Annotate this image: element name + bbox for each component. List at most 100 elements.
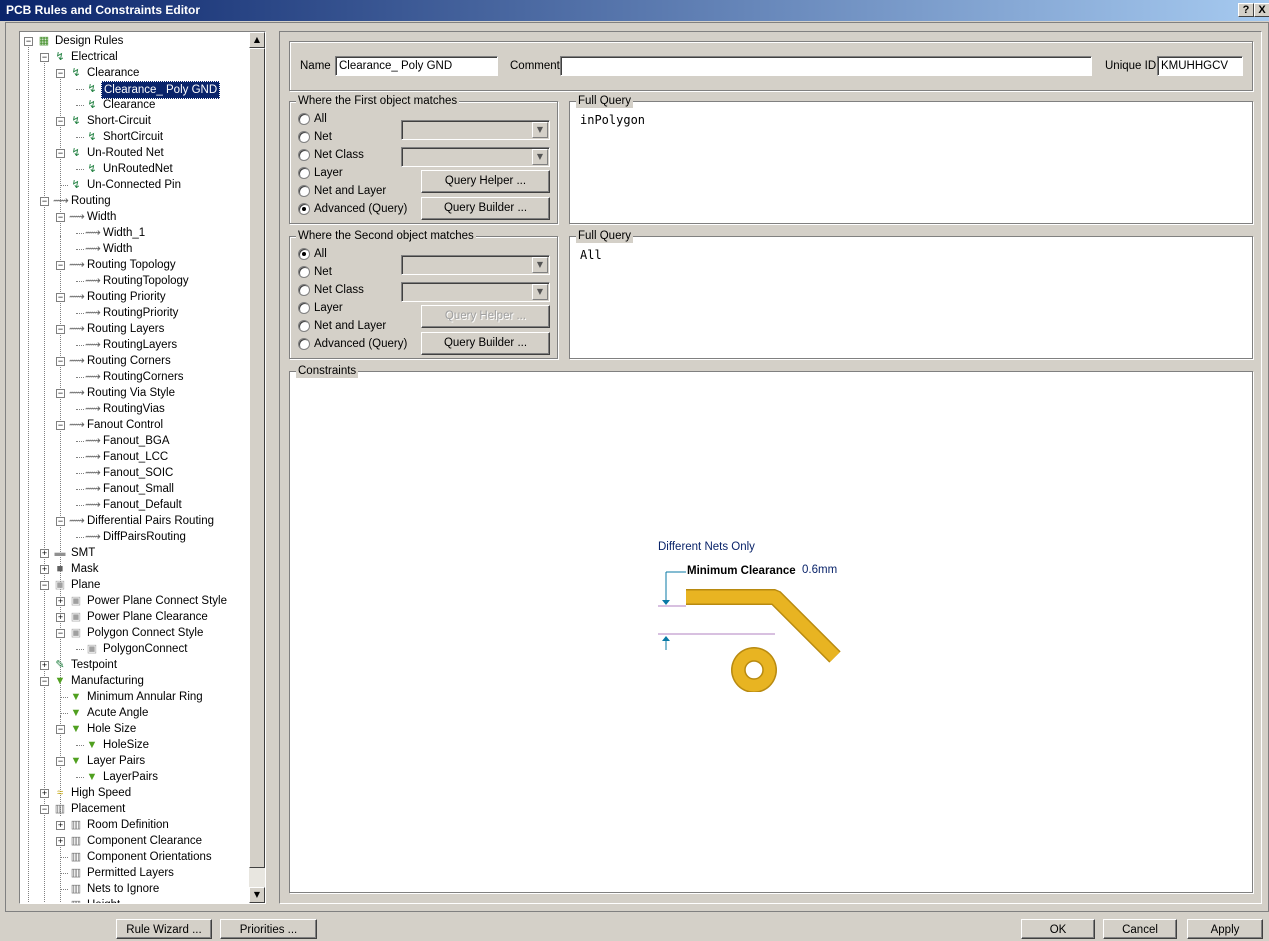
tree-item-label[interactable]: DiffPairsRouting bbox=[101, 529, 188, 545]
second-radio-all[interactable] bbox=[298, 248, 310, 260]
expand-icon[interactable]: + bbox=[56, 821, 65, 830]
first-radio-net[interactable] bbox=[298, 131, 310, 143]
first-query-helper-button[interactable]: Query Helper ... bbox=[421, 170, 550, 193]
tree-item-label[interactable]: Fanout_SOIC bbox=[101, 465, 175, 481]
tree-item[interactable]: ⟿ RoutingVias bbox=[20, 401, 250, 417]
tree-item[interactable]: − ⟿ Routing Corners bbox=[20, 353, 250, 369]
chevron-down-icon[interactable]: ▼ bbox=[532, 257, 548, 273]
tree-item-label[interactable]: Testpoint bbox=[69, 657, 119, 673]
second-radio-advanced-query[interactable] bbox=[298, 338, 310, 350]
tree-item[interactable]: ⟿ RoutingCorners bbox=[20, 369, 250, 385]
tree-item-label[interactable]: HoleSize bbox=[101, 737, 151, 753]
tree-item[interactable]: − ⟿ Routing bbox=[20, 193, 250, 209]
tree-item[interactable]: ⟿ Width bbox=[20, 241, 250, 257]
tree-item-label[interactable]: Mask bbox=[69, 561, 100, 577]
first-radio-label[interactable]: Net Class bbox=[314, 148, 364, 162]
tree-item[interactable]: ⟿ Width_1 bbox=[20, 225, 250, 241]
tree-item[interactable]: − ⟿ Routing Layers bbox=[20, 321, 250, 337]
collapse-icon[interactable]: − bbox=[56, 757, 65, 766]
expand-icon[interactable]: + bbox=[40, 661, 49, 670]
tree-item[interactable]: − ▣ Polygon Connect Style bbox=[20, 625, 250, 641]
collapse-icon[interactable]: − bbox=[56, 261, 65, 270]
tree-item[interactable]: + ≈ High Speed bbox=[20, 785, 250, 801]
second-radio-label[interactable]: Advanced (Query) bbox=[314, 337, 407, 351]
second-radio-label[interactable]: Net bbox=[314, 265, 332, 279]
second-radio-label[interactable]: All bbox=[314, 247, 327, 261]
collapse-icon[interactable]: − bbox=[56, 357, 65, 366]
first-radio-net-class[interactable] bbox=[298, 149, 310, 161]
help-button[interactable]: ? bbox=[1238, 3, 1254, 17]
tree-item[interactable]: + ▥ Component Clearance bbox=[20, 833, 250, 849]
second-radio-layer[interactable] bbox=[298, 302, 310, 314]
collapse-icon[interactable]: − bbox=[56, 725, 65, 734]
collapse-icon[interactable]: − bbox=[40, 197, 49, 206]
tree-item-label[interactable]: Design Rules bbox=[53, 33, 125, 49]
tree-item-label[interactable]: RoutingPriority bbox=[101, 305, 180, 321]
tree-item[interactable]: − ▦ Design Rules bbox=[20, 33, 250, 49]
rules-tree[interactable]: − ▦ Design Rules − ↯ Electrical − ↯ Clearance ↯ Cl… bbox=[19, 31, 266, 904]
collapse-icon[interactable]: − bbox=[56, 325, 65, 334]
rule-wizard-button[interactable]: Rule Wizard ... bbox=[116, 919, 212, 939]
second-net-combo[interactable]: ▼ bbox=[401, 255, 550, 275]
tree-item[interactable]: − ▼ Layer Pairs bbox=[20, 753, 250, 769]
tree-item-label[interactable]: Height bbox=[85, 897, 122, 903]
tree-item-label[interactable]: Differential Pairs Routing bbox=[85, 513, 216, 529]
first-radio-label[interactable]: Net and Layer bbox=[314, 184, 386, 198]
collapse-icon[interactable]: − bbox=[56, 213, 65, 222]
second-netclass-combo[interactable]: ▼ bbox=[401, 282, 550, 302]
tree-item[interactable]: + ▣ Power Plane Clearance bbox=[20, 609, 250, 625]
tree-item-label[interactable]: Electrical bbox=[69, 49, 120, 65]
tree-item-label[interactable]: Short-Circuit bbox=[85, 113, 153, 129]
tree-item-label[interactable]: Clearance bbox=[101, 97, 157, 113]
first-radio-label[interactable]: Layer bbox=[314, 166, 343, 180]
tree-item[interactable]: − ⟿ Routing Priority bbox=[20, 289, 250, 305]
tree-item[interactable]: − ⟿ Width bbox=[20, 209, 250, 225]
first-net-combo[interactable]: ▼ bbox=[401, 120, 550, 140]
collapse-icon[interactable]: − bbox=[56, 117, 65, 126]
tree-item-label[interactable]: Minimum Annular Ring bbox=[85, 689, 205, 705]
first-radio-net-and-layer[interactable] bbox=[298, 185, 310, 197]
tree-item-label[interactable]: Width bbox=[101, 241, 134, 257]
tree-item[interactable]: − ⟿ Differential Pairs Routing bbox=[20, 513, 250, 529]
first-radio-advanced-query[interactable] bbox=[298, 203, 310, 215]
unique-id-field[interactable]: KMUHHGCV bbox=[1157, 56, 1243, 76]
tree-item-label[interactable]: Width bbox=[85, 209, 118, 225]
collapse-icon[interactable]: − bbox=[40, 581, 49, 590]
first-query-builder-button[interactable]: Query Builder ... bbox=[421, 197, 550, 220]
tree-item[interactable]: ↯ UnRoutedNet bbox=[20, 161, 250, 177]
tree-item-label[interactable]: ShortCircuit bbox=[101, 129, 165, 145]
expand-icon[interactable]: + bbox=[40, 565, 49, 574]
priorities-button[interactable]: Priorities ... bbox=[220, 919, 317, 939]
tree-item[interactable]: − ▼ Hole Size bbox=[20, 721, 250, 737]
tree-item-label[interactable]: Un-Routed Net bbox=[85, 145, 166, 161]
tree-item[interactable]: − ⟿ Routing Via Style bbox=[20, 385, 250, 401]
tree-item[interactable]: + ✎ Testpoint bbox=[20, 657, 250, 673]
tree-item-label[interactable]: Component Clearance bbox=[85, 833, 204, 849]
chevron-down-icon[interactable]: ▼ bbox=[532, 284, 548, 300]
tree-item[interactable]: ▼ Minimum Annular Ring bbox=[20, 689, 250, 705]
expand-icon[interactable]: + bbox=[56, 837, 65, 846]
tree-item[interactable]: ↯ Clearance_ Poly GND bbox=[20, 81, 250, 99]
tree-item[interactable]: ▼ LayerPairs bbox=[20, 769, 250, 785]
second-radio-net[interactable] bbox=[298, 266, 310, 278]
tree-item[interactable]: ▥ Nets to Ignore bbox=[20, 881, 250, 897]
tree-item-label[interactable]: Fanout Control bbox=[85, 417, 165, 433]
tree-item[interactable]: ▥ Component Orientations bbox=[20, 849, 250, 865]
collapse-icon[interactable]: − bbox=[56, 149, 65, 158]
second-radio-label[interactable]: Net Class bbox=[314, 283, 364, 297]
tree-item-label[interactable]: PolygonConnect bbox=[101, 641, 189, 657]
tree-item[interactable]: ⟿ Fanout_Default bbox=[20, 497, 250, 513]
tree-item-label[interactable]: Clearance bbox=[85, 65, 141, 81]
tree-item[interactable]: ⟿ DiffPairsRouting bbox=[20, 529, 250, 545]
tree-item[interactable]: + ■ Mask bbox=[20, 561, 250, 577]
first-radio-all[interactable] bbox=[298, 113, 310, 125]
apply-button[interactable]: Apply bbox=[1187, 919, 1263, 939]
tree-item-label[interactable]: Fanout_Default bbox=[101, 497, 184, 513]
first-radio-label[interactable]: Advanced (Query) bbox=[314, 202, 407, 216]
tree-item[interactable]: − ↯ Electrical bbox=[20, 49, 250, 65]
tree-item[interactable]: − ▣ Plane bbox=[20, 577, 250, 593]
tree-item-label[interactable]: Routing Priority bbox=[85, 289, 168, 305]
tree-item[interactable]: ▼ Acute Angle bbox=[20, 705, 250, 721]
tree-item[interactable]: ⟿ RoutingLayers bbox=[20, 337, 250, 353]
collapse-icon[interactable]: − bbox=[24, 37, 33, 46]
